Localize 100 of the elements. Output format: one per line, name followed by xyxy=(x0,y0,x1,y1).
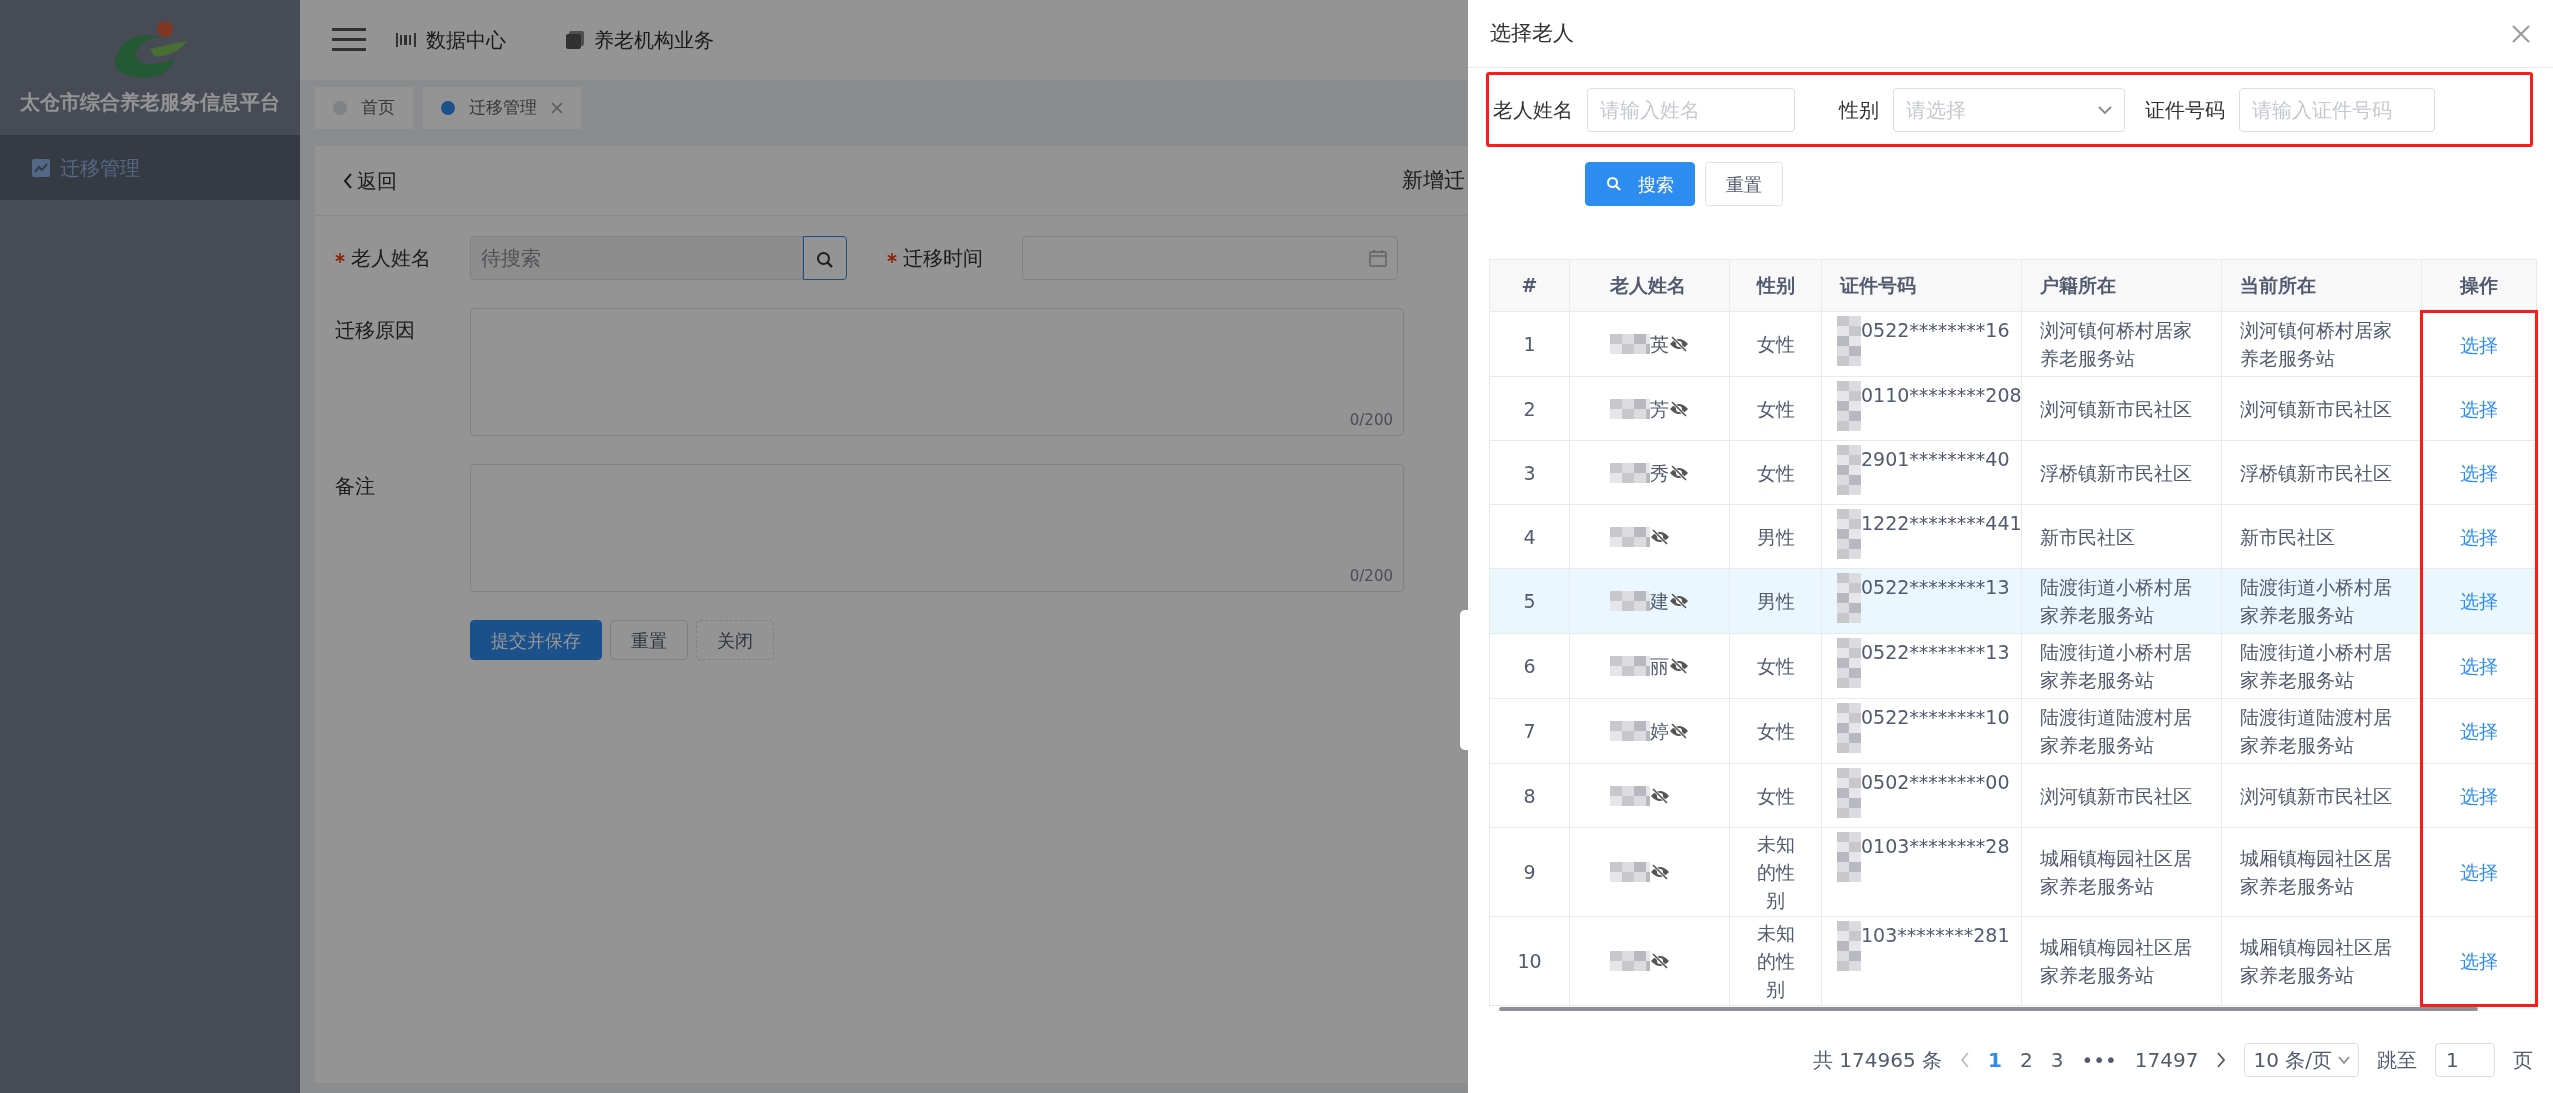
blurred-text xyxy=(1610,862,1650,882)
table-cell: 10 xyxy=(1489,916,1570,1006)
select-link[interactable]: 选择 xyxy=(2460,590,2498,612)
select-link[interactable]: 选择 xyxy=(2460,784,2498,807)
table-cell: 7 xyxy=(1489,698,1570,764)
field-label: 迁移原因 xyxy=(335,317,416,344)
nav-item[interactable]: 养老机构业务 xyxy=(536,0,744,80)
name-text: 芳 xyxy=(1650,396,1669,422)
name-field[interactable]: 待搜索 xyxy=(470,236,803,280)
blurred-text xyxy=(1610,785,1650,806)
chevron-down-icon xyxy=(2098,104,2112,115)
select-link[interactable]: 选择 xyxy=(2460,949,2498,972)
table-cell: 6 xyxy=(1489,633,1570,699)
menu-icon[interactable] xyxy=(332,27,366,53)
sidebar-item[interactable]: 迁移管理 xyxy=(0,135,300,200)
tab[interactable]: 迁移管理 xyxy=(423,87,581,129)
table-cell: 浏河镇何桥村居家养老服务站 xyxy=(2021,311,2222,377)
page-link[interactable]: 2 xyxy=(2019,1045,2033,1075)
ellipsis[interactable]: ••• xyxy=(2081,1045,2117,1075)
field-label: 老人姓名 xyxy=(1493,96,1573,124)
table-cell-text: 0103********28 xyxy=(1861,834,2010,859)
column-header: 当前所在 xyxy=(2221,259,2422,312)
text-area[interactable]: 0/200 xyxy=(470,308,1404,436)
date-field[interactable] xyxy=(1022,236,1398,280)
table-cell-text: 1222********441 xyxy=(1861,511,2022,536)
page-size-select[interactable]: 10 条/页 xyxy=(2244,1043,2359,1077)
blurred-text xyxy=(1610,526,1650,547)
select-link[interactable]: 选择 xyxy=(2460,525,2498,548)
column-header: 操作 xyxy=(2421,259,2537,312)
search-button[interactable] xyxy=(803,236,847,280)
table-cell: 男性 xyxy=(1729,568,1822,634)
table-cell: 女性 xyxy=(1729,633,1822,699)
select-link[interactable]: 选择 xyxy=(2460,461,2498,484)
select-link[interactable]: 选择 xyxy=(2460,861,2498,883)
table-cell: 4 xyxy=(1489,504,1570,569)
barcode-icon xyxy=(396,31,416,49)
column-header: # xyxy=(1489,259,1570,312)
eye-slash-icon xyxy=(1669,593,1689,609)
drawer-title: 选择老人 xyxy=(1490,19,1574,47)
eye-slash-icon xyxy=(1669,336,1689,352)
reset-button[interactable]: 重置 xyxy=(610,620,688,660)
column-header: 证件号码 xyxy=(1821,259,2022,312)
field-label: 迁移时间 xyxy=(903,245,983,272)
eye-slash-icon xyxy=(1669,400,1689,417)
blurred-text xyxy=(1610,591,1650,611)
select-link[interactable]: 选择 xyxy=(2460,333,2498,356)
chevron-right-icon[interactable] xyxy=(2216,1052,2227,1068)
select-link[interactable]: 选择 xyxy=(2460,397,2498,420)
table-cell-text: 0502********00 xyxy=(1861,770,2010,795)
page-link[interactable]: 3 xyxy=(2050,1045,2064,1075)
table-cell: 城厢镇梅园社区居家养老服务站 xyxy=(2021,827,2222,917)
page-title: 新增迁 xyxy=(1402,166,1465,194)
horizontal-scrollbar[interactable] xyxy=(1499,1007,2478,1011)
tab[interactable]: 首页 xyxy=(315,87,413,129)
table-cell: 5 xyxy=(1489,568,1570,634)
select-link[interactable]: 选择 xyxy=(2460,655,2498,677)
page-input[interactable]: 1 xyxy=(2435,1043,2495,1077)
text-area[interactable]: 0/200 xyxy=(470,464,1404,592)
reset-button[interactable]: 重置 xyxy=(1705,162,1783,206)
jump-label: 跳至 xyxy=(2377,1047,2417,1074)
table-cell: 城厢镇梅园社区居家养老服务站 xyxy=(2021,916,2222,1006)
blurred-text xyxy=(1837,445,1861,495)
name-text: 秀 xyxy=(1650,460,1669,486)
required-icon xyxy=(335,253,345,263)
table-cell: 浏河镇新市民社区 xyxy=(2021,376,2222,441)
eye-slash-icon xyxy=(1669,658,1689,674)
search-button[interactable]: 搜索 xyxy=(1585,162,1695,206)
table-cell: 浮桥镇新市民社区 xyxy=(2021,440,2222,505)
back-link[interactable]: 返回 xyxy=(343,165,397,196)
table-cell-text: 0110********208 xyxy=(1861,383,2022,408)
chevron-left-icon xyxy=(343,172,353,189)
close-button[interactable]: 关闭 xyxy=(696,620,774,660)
blurred-text xyxy=(1837,832,1861,882)
table-cell-text: 0522********13 xyxy=(1861,575,2010,600)
eye-slash-icon xyxy=(1669,723,1689,739)
table-cell: 未知的性别 xyxy=(1729,916,1822,1006)
field-label: 性别 xyxy=(1839,96,1879,124)
table-cell: 2 xyxy=(1489,376,1570,441)
chevron-left-icon[interactable] xyxy=(1960,1052,1971,1068)
close-icon[interactable] xyxy=(2511,23,2531,44)
select-link[interactable]: 选择 xyxy=(2460,720,2498,742)
blurred-text xyxy=(1837,921,1861,971)
table-cell: 女性 xyxy=(1729,440,1822,505)
blurred-text xyxy=(1610,334,1650,354)
field-label: 证件号码 xyxy=(2145,96,2225,124)
blurred-text xyxy=(1837,573,1861,623)
close-icon[interactable] xyxy=(551,102,563,114)
column-header: 户籍所在 xyxy=(2021,259,2222,312)
table-cell-text: 2901********40 xyxy=(1861,447,2010,472)
field-label: 老人姓名 xyxy=(351,245,431,272)
page-link[interactable]: 1 xyxy=(1988,1045,2002,1075)
column-header: 性别 xyxy=(1729,259,1822,312)
submit-button[interactable]: 提交并保存 xyxy=(470,620,602,660)
char-counter: 0/200 xyxy=(1349,565,1393,587)
nav-item[interactable]: 数据中心 xyxy=(366,0,536,80)
required-icon xyxy=(887,253,897,263)
page-link[interactable]: 17497 xyxy=(2134,1045,2199,1075)
page-unit: 页 xyxy=(2513,1047,2533,1074)
blurred-text xyxy=(1610,398,1650,419)
blurred-text xyxy=(1610,721,1650,741)
